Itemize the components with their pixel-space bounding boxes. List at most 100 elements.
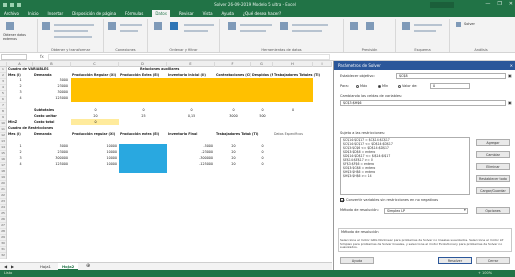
tab-insert[interactable]: Insertar <box>48 11 64 16</box>
column-header[interactable]: F <box>215 61 251 67</box>
r2-month[interactable]: 1 <box>8 144 33 149</box>
r2-demand[interactable]: 125000 <box>34 162 68 167</box>
r2-month[interactable]: 2 <box>8 150 33 155</box>
r2-final-inv[interactable]: -125000 <box>168 162 213 167</box>
demand-cell[interactable]: 125000 <box>34 96 68 101</box>
unit-cost-cell[interactable]: 20 <box>72 114 119 119</box>
database-icon[interactable] <box>6 22 14 30</box>
delete-constraint-button[interactable]: Eliminar <box>476 163 510 170</box>
fx-icon[interactable]: fx <box>40 54 44 59</box>
column-header[interactable]: G <box>251 61 273 67</box>
reset-all-button[interactable]: Restablecer todo <box>476 175 510 182</box>
column-header[interactable]: C <box>71 61 119 67</box>
sheet-nav-next-icon[interactable]: ▶ <box>11 264 14 269</box>
r2-demand[interactable]: 5000 <box>34 144 68 149</box>
r2-month[interactable]: 3 <box>8 156 33 161</box>
tab-view[interactable]: Vista <box>203 11 213 16</box>
new-query-icon[interactable] <box>42 22 50 30</box>
undo-icon[interactable] <box>10 2 14 7</box>
account-button[interactable] <box>430 1 454 8</box>
subtotal-cell[interactable]: 0 <box>252 108 273 113</box>
chevron-down-icon[interactable]: ▾ <box>464 208 466 212</box>
add-constraint-button[interactable]: Agregar <box>476 139 510 146</box>
extra-production-cells[interactable] <box>119 144 167 173</box>
what-if-icon[interactable] <box>350 22 358 30</box>
zoom-level[interactable]: + 100% <box>478 271 492 275</box>
demand-cell[interactable]: 23000 <box>34 84 69 89</box>
solver-icon[interactable] <box>456 22 461 27</box>
r2-regular[interactable]: 10000 <box>72 156 118 161</box>
r2-workers[interactable]: 20 <box>216 144 251 149</box>
column-header[interactable]: A <box>7 61 33 67</box>
get-external-data-button[interactable]: Obtener datos externos <box>3 33 37 41</box>
tab-data[interactable]: Datos <box>152 9 170 17</box>
objective-input[interactable]: $C$8 <box>396 73 506 79</box>
sort-icon[interactable] <box>154 22 162 30</box>
subtotal-cell[interactable]: 0 <box>120 108 167 113</box>
r2-regular[interactable]: 10000 <box>72 150 118 155</box>
sheet-tab-hoja2[interactable]: Hoja2 <box>58 263 79 270</box>
objective-picker-icon[interactable]: ▣ <box>508 73 512 78</box>
data-validation-icon[interactable] <box>280 22 288 30</box>
month-cell[interactable]: 1 <box>8 78 33 83</box>
r2-final-inv[interactable]: -5000 <box>168 144 213 149</box>
column-header[interactable]: D <box>119 61 167 67</box>
help-button[interactable]: Ayuda <box>340 257 374 264</box>
changing-picker-icon[interactable]: ▣ <box>508 100 512 105</box>
tell-me-search[interactable]: ¿Qué desea hacer? <box>243 11 281 16</box>
formula-input[interactable] <box>48 54 330 60</box>
column-header[interactable]: H <box>273 61 313 67</box>
method-select[interactable]: Simplex LP <box>384 208 468 214</box>
decision-cells-regular[interactable] <box>71 78 119 102</box>
r2-ti[interactable]: 0 <box>252 144 273 149</box>
unit-cost-cell[interactable]: 3000 <box>216 114 251 119</box>
save-icon[interactable] <box>3 2 7 7</box>
demand-cell[interactable]: 5000 <box>34 78 68 83</box>
r2-regular[interactable]: 10000 <box>72 162 118 167</box>
r2-ti[interactable]: 0 <box>252 156 273 161</box>
refresh-all-icon[interactable] <box>108 22 116 30</box>
load-save-button[interactable]: Cargar/Guardar <box>476 187 510 194</box>
close-button[interactable]: ✕ <box>509 1 513 7</box>
total-cost-cell[interactable]: 0 <box>72 120 119 125</box>
option-value-of[interactable]: Valor de: <box>398 84 418 88</box>
option-min[interactable]: Mín <box>378 84 388 88</box>
tab-review[interactable]: Revisar <box>179 11 194 16</box>
forecast-sheet-icon[interactable] <box>366 22 374 30</box>
by-changing-input[interactable]: $C$3:$H$6 <box>340 100 506 106</box>
r2-workers[interactable]: 20 <box>216 150 251 155</box>
option-max[interactable]: Máx <box>356 84 367 88</box>
unit-cost-cell[interactable]: 25 <box>120 114 167 119</box>
column-header[interactable]: I <box>313 61 332 67</box>
r2-demand[interactable]: 23000 <box>34 150 69 155</box>
text-to-columns-icon[interactable] <box>228 22 236 30</box>
subtotal-cell[interactable]: 0 <box>274 108 312 113</box>
constraints-list[interactable]: $C$14:$C$17 = $C$14:$C$17 $C$14:$C$17 <=… <box>340 137 470 195</box>
month-cell[interactable]: 2 <box>8 84 33 89</box>
subtotal-cell[interactable]: 0 <box>216 108 251 113</box>
r2-final-inv[interactable]: -300000 <box>168 156 213 161</box>
minimize-button[interactable]: — <box>485 1 490 7</box>
solver-button[interactable]: Solver <box>464 22 475 26</box>
solver-close-icon[interactable]: ✕ <box>510 61 513 70</box>
filter-icon[interactable] <box>170 22 178 30</box>
month-cell[interactable]: 3 <box>8 90 33 95</box>
r2-ti[interactable]: 0 <box>252 150 273 155</box>
tab-formulas[interactable]: Fórmulas <box>125 11 143 16</box>
r2-workers[interactable]: 20 <box>216 156 251 161</box>
sheet-nav-prev-icon[interactable]: ◀ <box>4 264 7 269</box>
close-dialog-button[interactable]: Cerrar <box>476 257 510 264</box>
column-header[interactable]: E <box>167 61 215 67</box>
subtotal-cell[interactable]: 0 <box>72 108 119 113</box>
unit-cost-cell[interactable]: 500 <box>252 114 273 119</box>
group-icon[interactable] <box>402 22 410 30</box>
tab-home[interactable]: Inicio <box>28 11 39 16</box>
tab-help[interactable]: Ayuda <box>222 11 234 16</box>
tab-file[interactable]: Archivo <box>4 11 19 16</box>
redo-icon[interactable] <box>17 2 21 7</box>
column-header[interactable]: B <box>33 61 71 67</box>
tab-page-layout[interactable]: Disposición de página <box>72 11 116 16</box>
demand-cell[interactable]: 30000 <box>34 90 69 95</box>
r2-ti[interactable]: 0 <box>252 162 273 167</box>
r2-final-inv[interactable]: -23000 <box>168 150 213 155</box>
